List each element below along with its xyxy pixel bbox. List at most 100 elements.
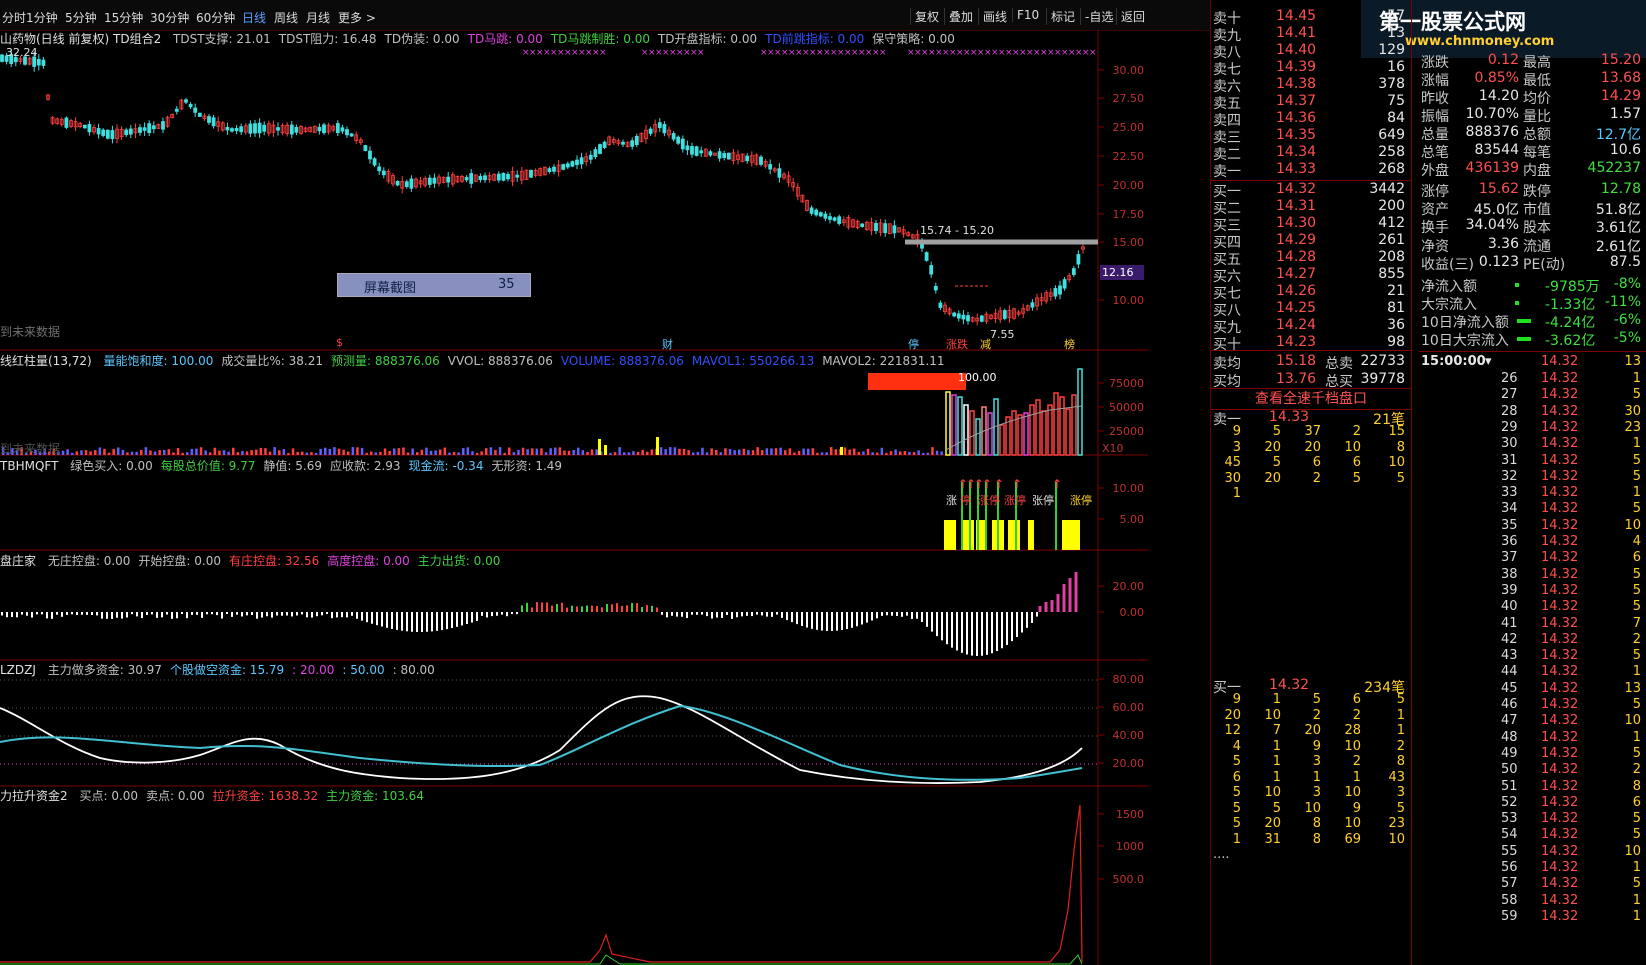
- f10-button[interactable]: F10: [1012, 8, 1043, 22]
- volume-bar: [347, 451, 350, 455]
- period-tab[interactable]: 30分钟: [150, 9, 189, 26]
- current-price-tag: 12.16: [1100, 265, 1144, 280]
- fundamental-chart[interactable]: ↑↑↑↑ ↑ ↑ ↑: [944, 477, 1080, 550]
- volume-bar: [411, 448, 414, 455]
- volume-bar: [416, 452, 419, 455]
- control-chart[interactable]: [1, 572, 1078, 656]
- fuquan-button[interactable]: 复权: [910, 8, 943, 25]
- volume-axis-label: 25000: [1109, 425, 1144, 438]
- flow-row: 净流入额 -9785万 -8%: [1421, 276, 1641, 295]
- volume-bar: [1029, 404, 1035, 456]
- candle-body: [124, 129, 129, 135]
- candlestick-chart[interactable]: × × × × × × × × × × × × × × × × × × × × × × × × × × × × × × × × × × × × × × × ×…: [0, 48, 1147, 326]
- td-signal-mark: ×: [879, 48, 887, 58]
- volume-bar: [287, 452, 290, 455]
- candle-body: [363, 145, 368, 152]
- volume-bar: [489, 447, 493, 455]
- indicator-value: 有庄控盘: 32.56: [229, 554, 320, 568]
- volume-bar: [434, 450, 437, 455]
- candle-body: [956, 313, 961, 319]
- control-indicator-values: 无庄控盘: 0.00 开始控盘: 0.00 有庄控盘: 32.56 高度控盘: 0.0…: [48, 554, 509, 568]
- candle-body: [317, 126, 322, 132]
- volume-bar: [112, 448, 115, 455]
- period-tab-active[interactable]: 日线: [242, 9, 266, 26]
- candle-body: [938, 302, 943, 308]
- zdzj-title: LZDZJ: [0, 663, 36, 677]
- chart-area[interactable]: × × × × × × × × × × × × × × × × × × × × × × × × × × × × × × × × × × × × × × × ×…: [0, 30, 1210, 965]
- volume-bar: [84, 450, 88, 455]
- watchlist-button[interactable]: -自选: [1080, 8, 1117, 25]
- volume-bar: [719, 452, 723, 455]
- volume-bar: [135, 451, 138, 455]
- period-tab[interactable]: 15分钟: [104, 9, 143, 26]
- screenshot-box[interactable]: 屏幕截图 35: [337, 273, 531, 297]
- candle-body: [262, 124, 267, 132]
- volume-bar: [940, 451, 943, 455]
- order-level[interactable]: 卖一 14.33 268: [1211, 161, 1411, 180]
- period-tab[interactable]: 周线: [274, 9, 298, 26]
- period-tab[interactable]: 5分钟: [65, 9, 97, 26]
- candle-body: [579, 157, 584, 165]
- stat-row: 资产 45.0亿 市值 51.8亿: [1421, 202, 1641, 218]
- volume-axis-label: 50000: [1109, 401, 1144, 414]
- back-button[interactable]: 返回: [1116, 8, 1149, 25]
- candle-body: [809, 207, 814, 214]
- volume-bar: [598, 439, 601, 455]
- volume-bar: [452, 452, 456, 455]
- volume-bar: [917, 450, 920, 455]
- candle-body: [565, 163, 570, 168]
- volume-bar: [999, 424, 1005, 456]
- volume-bar: [1071, 394, 1077, 456]
- volume-bar: [876, 452, 879, 455]
- volume-bar: [751, 450, 755, 455]
- tick-row: 43 14.32 5: [1501, 648, 1641, 664]
- period-tab[interactable]: 1分钟: [26, 9, 58, 26]
- volume-bar: [466, 447, 470, 455]
- period-tab[interactable]: 60分钟: [196, 9, 235, 26]
- volume-bar: [1041, 410, 1047, 456]
- tick-row: 44 14.32 1: [1501, 664, 1641, 680]
- period-tab[interactable]: 分时: [2, 9, 26, 26]
- queue-row: 30 20 2 5 5: [1224, 470, 1405, 486]
- overlay-button[interactable]: 叠加: [944, 8, 977, 25]
- volume-unit: X10: [1102, 442, 1124, 455]
- queue-row: 6 1 1 1 43: [1232, 769, 1405, 785]
- queue-row: 3 20 20 10 8: [1232, 439, 1405, 455]
- volume-bar: [912, 452, 916, 455]
- limit-marker: 涨跌: [946, 338, 968, 351]
- candle-body: [381, 170, 386, 176]
- view-all-depth-button[interactable]: 查看全速千档盘口: [1211, 388, 1411, 410]
- candle-body: [151, 125, 156, 130]
- volume-bar: [130, 451, 134, 455]
- period-tab-more[interactable]: 更多 >: [338, 9, 376, 26]
- indicator-value: TDST支撑: 21.01: [173, 32, 271, 46]
- zdzj-axis-label: 80.00: [1113, 673, 1145, 686]
- stock-title: 山药物(日线 前复权) TD组合2: [0, 32, 162, 46]
- candle-body: [726, 152, 731, 160]
- fund-flow-chart[interactable]: [0, 679, 1098, 784]
- period-tab[interactable]: 月线: [306, 9, 330, 26]
- volume-bar: [885, 452, 888, 455]
- fund-bar: [1028, 520, 1034, 550]
- queue-row: 5 10 3 10 3: [1232, 785, 1405, 800]
- limit-up-label: 涨停: [1004, 494, 1026, 507]
- volume-bar: [558, 447, 562, 455]
- tick-row: 39 14.32 5: [1501, 582, 1641, 598]
- price-axis-label: 30.00: [1113, 64, 1145, 77]
- td-signal-mark: ×: [599, 48, 607, 58]
- period-toolbar: 分时 1分钟 5分钟 15分钟 30分钟 60分钟 日线 周线 月线 更多 > …: [0, 0, 1210, 31]
- chart-canvas[interactable]: × × × × × × × × × × × × × × × × × × × × × × × × × × × × × × × × × × × × × × × ×…: [0, 30, 1148, 965]
- volume-bar: [342, 449, 345, 455]
- volume-bar: [945, 391, 951, 456]
- lift-fund-chart[interactable]: [0, 804, 1083, 965]
- draw-line-button[interactable]: 画线: [978, 8, 1011, 25]
- candle-body: [225, 126, 230, 131]
- volume-bar: [383, 448, 387, 455]
- volume-bar: [664, 449, 667, 455]
- price-axis-label: 22.50: [1113, 150, 1145, 163]
- tick-dropdown-icon[interactable]: ▾: [1485, 354, 1492, 369]
- stat-row: 涨幅 0.85% 最低 13.68: [1421, 70, 1641, 89]
- volume-bar: [963, 404, 969, 456]
- volume-bar: [975, 418, 981, 456]
- mark-button[interactable]: 标记: [1046, 8, 1079, 25]
